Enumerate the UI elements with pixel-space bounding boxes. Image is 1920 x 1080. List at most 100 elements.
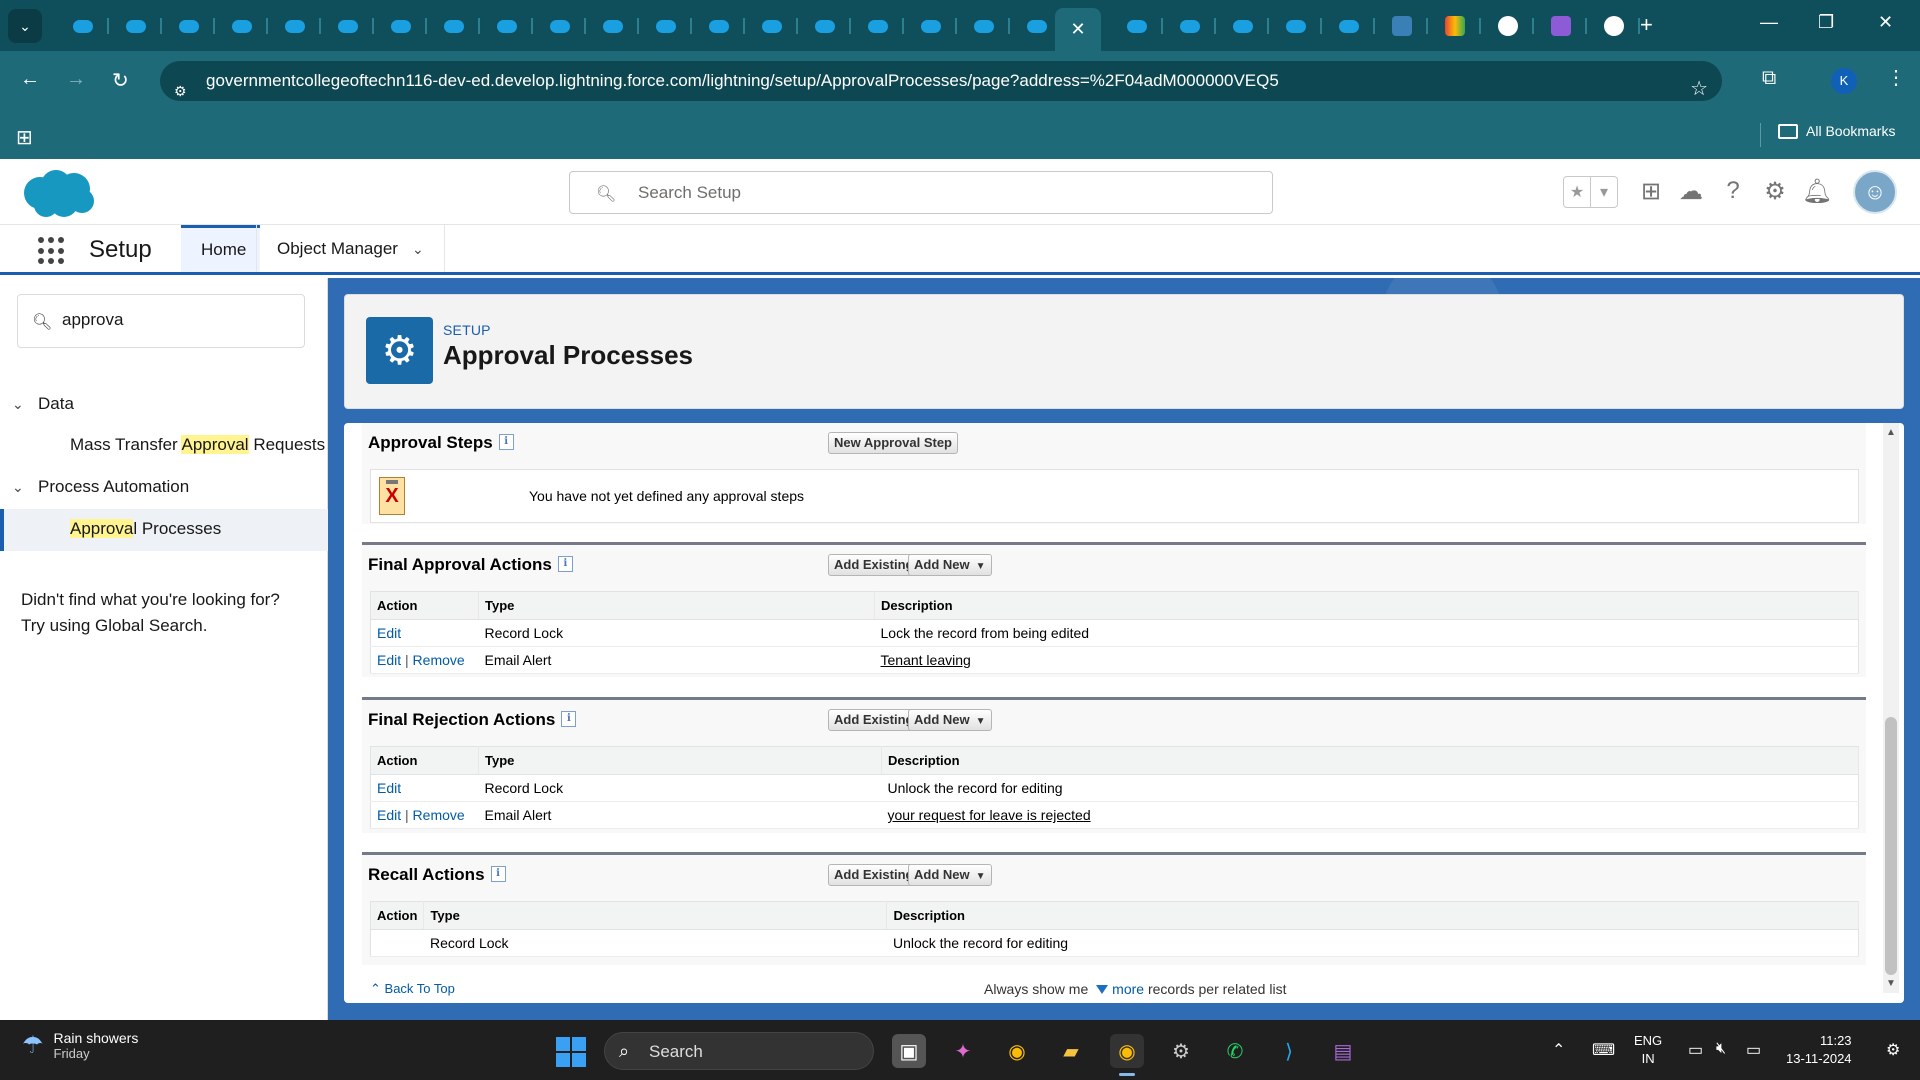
setup-gear-icon[interactable]: ⚙	[1761, 177, 1789, 205]
browser-tab[interactable]	[1428, 10, 1481, 42]
restore-icon[interactable]: ❐	[1818, 12, 1834, 33]
back-to-top-link[interactable]: ⌃ Back To Top	[370, 981, 455, 997]
profile-avatar[interactable]: K	[1831, 68, 1857, 94]
tree-section-process-automation[interactable]: ⌄ Process Automation	[12, 477, 189, 497]
system-clock[interactable]: 11:23 13-11-2024	[1786, 1032, 1852, 1068]
browser-tab[interactable]	[957, 10, 1010, 42]
edit-link[interactable]: Edit	[377, 625, 401, 641]
tree-item-mass-transfer-approval-requests[interactable]: Mass Transfer Approval Requests	[70, 435, 325, 455]
browser-tab[interactable]	[1322, 10, 1375, 42]
windows-start-icon[interactable]	[556, 1037, 586, 1067]
trailhead-guidance-icon[interactable]: ☁	[1677, 177, 1705, 205]
help-icon[interactable]: ?	[1719, 177, 1747, 205]
info-icon[interactable]: i	[557, 556, 573, 572]
reload-icon[interactable]: ↻	[112, 68, 129, 93]
browser-tab[interactable]	[1163, 10, 1216, 42]
minimize-icon[interactable]: —	[1760, 12, 1778, 33]
apps-grid-icon[interactable]: ⊞	[16, 125, 33, 150]
weather-widget[interactable]: ☂ Rain showers Friday	[22, 1030, 138, 1061]
tab-home[interactable]: Home	[181, 225, 260, 272]
input-language[interactable]: ENG IN	[1634, 1032, 1662, 1068]
browser-tab[interactable]	[162, 10, 215, 42]
battery-icon[interactable]: ▭	[1746, 1040, 1761, 1060]
edit-link[interactable]: Edit	[377, 652, 401, 668]
browser-tab[interactable]	[745, 10, 798, 42]
whatsapp-icon[interactable]: ✆	[1218, 1034, 1252, 1068]
user-avatar[interactable]: ☺	[1853, 170, 1897, 214]
setup-search-box[interactable]: 🔍︎	[569, 171, 1273, 214]
browser-tab[interactable]	[692, 10, 745, 42]
more-link[interactable]: more	[1112, 981, 1144, 997]
favorites-dropdown-icon[interactable]: ▾	[1591, 177, 1617, 207]
tree-item-approval-processes[interactable]: Approval Processes	[70, 519, 221, 539]
browser-tab[interactable]	[1216, 10, 1269, 42]
browser-tab[interactable]	[639, 10, 692, 42]
notifications-bell-icon[interactable]: 🔔︎	[1802, 177, 1832, 205]
chevron-down-icon[interactable]: ⌄	[412, 241, 424, 257]
browser-tab[interactable]	[533, 10, 586, 42]
browser-tab[interactable]	[1110, 10, 1163, 42]
browser-tab[interactable]	[904, 10, 957, 42]
edit-link[interactable]: Edit	[377, 780, 401, 796]
new-tab-button[interactable]: +	[1640, 12, 1653, 38]
back-icon[interactable]: ←	[20, 68, 40, 91]
add-new-dropdown-button[interactable]: Add New ▼	[908, 864, 992, 886]
active-tab-close-icon[interactable]: ✕	[1055, 8, 1101, 51]
browser-tab[interactable]	[586, 10, 639, 42]
vscode-icon[interactable]: ⟩	[1272, 1034, 1306, 1068]
add-existing-button[interactable]: Add Existing	[828, 709, 920, 731]
browser-tab[interactable]	[427, 10, 480, 42]
breadcrumb[interactable]: SETUP	[443, 322, 491, 338]
browser-tab[interactable]	[851, 10, 904, 42]
browser-tab[interactable]	[798, 10, 851, 42]
forward-icon[interactable]: →	[66, 68, 86, 91]
add-existing-button[interactable]: Add Existing	[828, 864, 920, 886]
tab-object-manager[interactable]: Object Manager ⌄	[256, 225, 445, 272]
extensions-icon[interactable]: ⧉	[1762, 67, 1776, 90]
browser-tab[interactable]	[1587, 10, 1640, 42]
info-icon[interactable]: i	[561, 711, 577, 727]
salesforce-cloud-logo[interactable]	[20, 167, 96, 219]
quick-find-box[interactable]: 🔍︎	[17, 294, 305, 348]
settings-icon[interactable]: ⚙	[1164, 1034, 1198, 1068]
browser-tab[interactable]	[480, 10, 533, 42]
task-view-icon[interactable]: ▣	[892, 1034, 926, 1068]
address-bar[interactable]: ⚙ governmentcollegeoftechn116-dev-ed.dev…	[160, 61, 1722, 101]
edit-link[interactable]: Edit	[377, 807, 401, 823]
global-actions-add-icon[interactable]: ⊞	[1637, 177, 1665, 205]
browser-tab[interactable]	[374, 10, 427, 42]
copilot-icon[interactable]: ✦	[946, 1034, 980, 1068]
tree-section-data[interactable]: ⌄ Data	[12, 394, 74, 414]
taskbar-search[interactable]: ⌕ Search	[604, 1032, 874, 1070]
network-icon[interactable]: ▭	[1688, 1040, 1703, 1060]
setup-search-input[interactable]	[638, 181, 1238, 205]
remove-link[interactable]: Remove	[413, 652, 465, 668]
browser-tab[interactable]	[321, 10, 374, 42]
clipchamp-icon[interactable]: ▤	[1326, 1034, 1360, 1068]
remove-link[interactable]: Remove	[413, 807, 465, 823]
new-approval-step-button[interactable]: New Approval Step	[828, 432, 958, 454]
browser-tab[interactable]	[1534, 10, 1587, 42]
email-alert-link[interactable]: your request for leave is rejected	[888, 807, 1091, 823]
scrollbar-thumb[interactable]	[1885, 717, 1897, 975]
site-info-icon[interactable]: ⚙	[174, 71, 194, 99]
info-icon[interactable]: i	[490, 866, 506, 882]
favorites-button-group[interactable]: ★ ▾	[1563, 176, 1618, 208]
bookmark-star-icon[interactable]: ☆	[1690, 69, 1708, 109]
scroll-down-arrow-icon[interactable]: ▼	[1886, 978, 1896, 989]
quick-find-input[interactable]	[62, 310, 292, 330]
browser-tab[interactable]	[215, 10, 268, 42]
browser-tab[interactable]	[109, 10, 162, 42]
browser-tab[interactable]	[268, 10, 321, 42]
add-existing-button[interactable]: Add Existing	[828, 554, 920, 576]
add-new-dropdown-button[interactable]: Add New ▼	[908, 554, 992, 576]
scroll-up-arrow-icon[interactable]: ▲	[1886, 427, 1896, 438]
chrome-icon[interactable]: ◉	[1000, 1034, 1034, 1068]
tab-search-menu-button[interactable]: ⌄	[8, 9, 42, 43]
triangle-down-icon[interactable]	[1096, 985, 1109, 994]
volume-muted-icon[interactable]: 🔇︎	[1716, 1040, 1726, 1058]
all-bookmarks-button[interactable]: All Bookmarks	[1778, 123, 1895, 139]
close-window-icon[interactable]: ✕	[1878, 12, 1893, 33]
show-hidden-icons-chevron[interactable]: ⌃	[1552, 1040, 1565, 1060]
browser-tab[interactable]	[1481, 10, 1534, 42]
